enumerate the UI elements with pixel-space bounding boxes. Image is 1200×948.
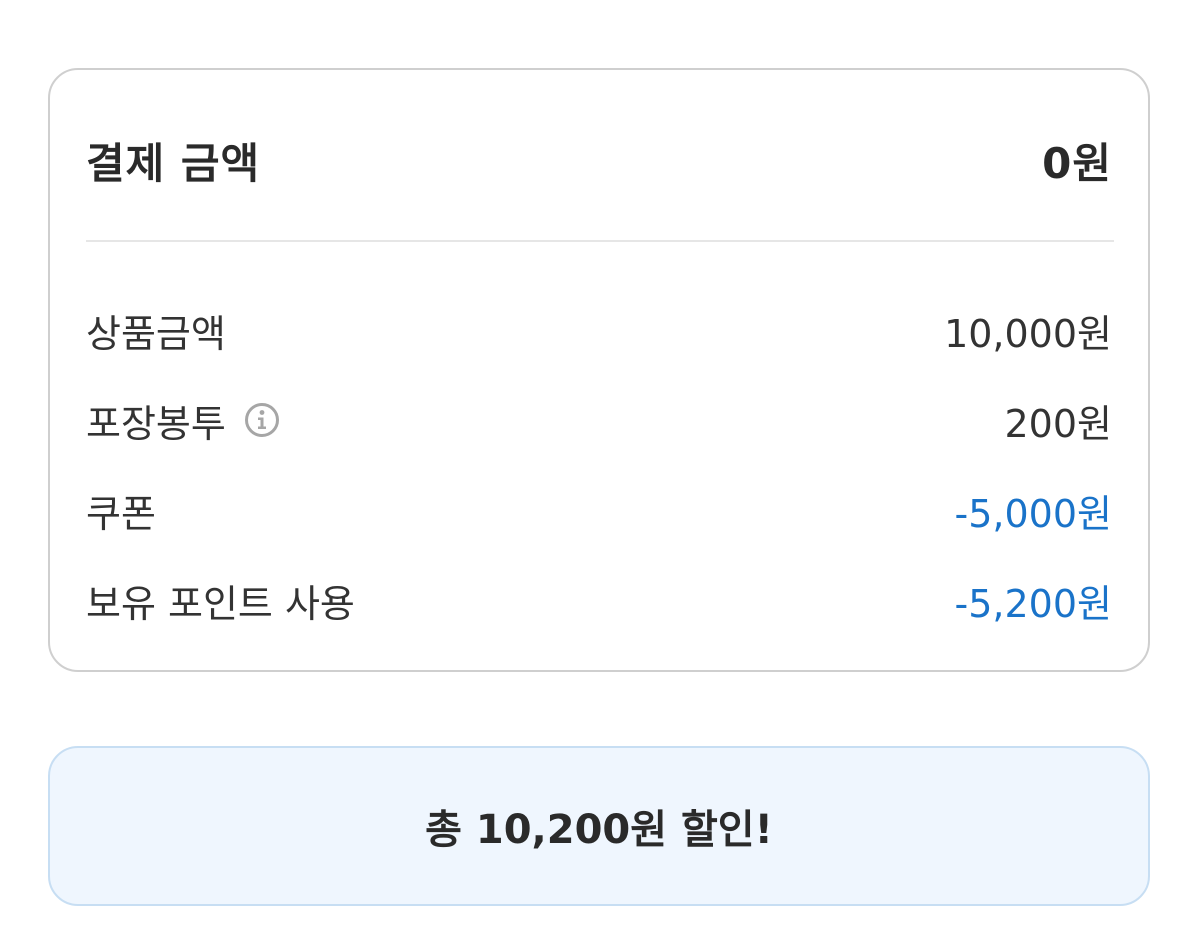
payment-total: 0원 [1042,138,1112,188]
payment-header: 결제 금액 0원 [86,128,1112,192]
info-icon[interactable] [244,402,280,438]
row-value: -5,000원 [954,491,1112,536]
payment-row-points: 보유 포인트 사용 -5,200원 [86,555,1112,645]
row-label: 보유 포인트 사용 [86,581,355,626]
discount-summary-text: 총 10,200원 할인! [425,807,773,853]
row-value: 200원 [1004,401,1113,446]
discount-summary-banner: 총 10,200원 할인! [48,746,1150,906]
payment-row-product-amount: 상품금액 10,000원 [86,285,1112,375]
row-value: -5,200원 [954,581,1112,626]
row-label-group: 포장봉투 [86,393,280,448]
row-label: 쿠폰 [86,491,156,536]
row-label: 상품금액 [86,311,226,356]
payment-summary-card: 결제 금액 0원 상품금액 10,000원 포장봉투 200원 쿠폰 -5,00… [48,68,1150,672]
row-value: 10,000원 [944,311,1112,356]
divider [86,240,1114,242]
payment-title: 결제 금액 [86,138,261,188]
row-label: 포장봉투 [86,401,226,446]
payment-row-coupon: 쿠폰 -5,000원 [86,465,1112,555]
payment-item-list: 상품금액 10,000원 포장봉투 200원 쿠폰 -5,000원 보유 포인트… [86,285,1112,645]
payment-row-packaging-bag: 포장봉투 200원 [86,375,1112,465]
